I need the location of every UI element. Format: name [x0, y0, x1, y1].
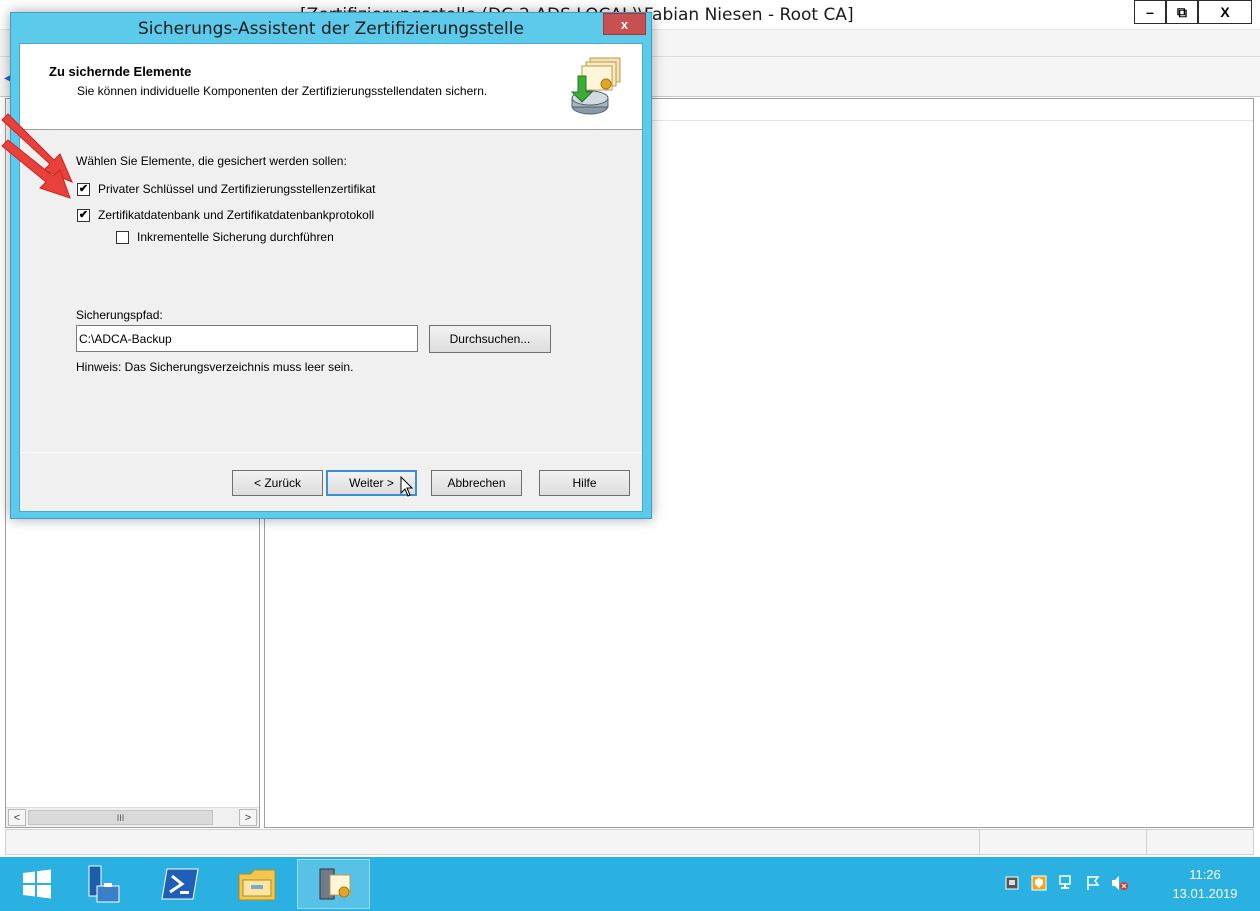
close-button[interactable]: X: [1198, 0, 1252, 24]
mouse-cursor-icon: [400, 476, 414, 497]
database-option[interactable]: ✔ Zertifikatdatenbank und Zertifikatdate…: [77, 208, 374, 222]
folder-icon: [238, 869, 275, 901]
cancel-button[interactable]: Abbrechen: [431, 470, 522, 496]
server-manager-icon: [88, 865, 119, 903]
annotation-arrows: [1, 113, 73, 199]
wizard-heading: Zu sichernde Elemente: [49, 64, 192, 79]
taskbar-server-manager[interactable]: [66, 859, 139, 909]
certificate-backup-icon: [570, 57, 621, 115]
windows-logo-icon: [22, 869, 51, 899]
incremental-label: Inkrementelle Sicherung durchführen: [137, 230, 334, 244]
backup-path-input[interactable]: [76, 325, 418, 352]
database-label: Zertifikatdatenbank und Zertifikatdatenb…: [98, 208, 375, 222]
back-button[interactable]: < Zurück: [232, 470, 323, 496]
speaker-muted-icon[interactable]: [1111, 874, 1129, 892]
incremental-option[interactable]: Inkrementelle Sicherung durchführen: [116, 230, 334, 244]
scroll-right-button[interactable]: >: [239, 809, 257, 826]
start-button[interactable]: [0, 859, 73, 909]
security-shield-icon[interactable]: [1030, 874, 1048, 892]
restore-button[interactable]: ⧉: [1166, 0, 1198, 24]
network-icon[interactable]: [1057, 874, 1075, 892]
dialog-body: Zu sichernde Elemente Sie können individ…: [19, 43, 643, 512]
wizard-header: Zu sichernde Elemente Sie können individ…: [20, 44, 642, 130]
scroll-left-button[interactable]: <: [8, 809, 26, 826]
storage-icon[interactable]: [1003, 874, 1021, 892]
dialog-close-button[interactable]: x: [603, 13, 646, 35]
powershell-icon: [160, 868, 199, 900]
flag-icon[interactable]: [1084, 874, 1102, 892]
clock-time: 11:26: [1189, 867, 1221, 882]
dialog-title: Sicherungs-Assistent der Zertifizierungs…: [138, 19, 524, 39]
minimize-button[interactable]: –: [1134, 0, 1166, 24]
status-divider: [979, 830, 980, 854]
private-key-label: Privater Schlüssel und Zertifizierungsst…: [98, 182, 376, 196]
system-tray: [1003, 872, 1129, 894]
certificate-server-icon: [319, 868, 350, 900]
status-bar: [5, 829, 1254, 855]
backup-path-label: Sicherungspfad:: [76, 308, 163, 322]
clock-date: 13.01.2019: [1172, 886, 1238, 901]
footer-divider: [20, 452, 642, 453]
backup-wizard-dialog: Sicherungs-Assistent der Zertifizierungs…: [10, 12, 652, 519]
incremental-checkbox[interactable]: [116, 230, 129, 244]
scrollbar-thumb[interactable]: III: [28, 810, 213, 825]
help-button[interactable]: Hilfe: [539, 470, 630, 496]
select-items-label: Wählen Sie Elemente, die gesichert werde…: [76, 154, 347, 168]
taskbar: 11:26 13.01.2019: [0, 857, 1260, 911]
horizontal-scrollbar[interactable]: < III >: [6, 807, 259, 827]
wizard-subheading: Sie können individuelle Komponenten der …: [77, 84, 488, 98]
taskbar-clock[interactable]: 11:26 13.01.2019: [1160, 865, 1250, 903]
browse-button[interactable]: Durchsuchen...: [429, 325, 551, 353]
private-key-option[interactable]: ✔ Privater Schlüssel und Zertifizierungs…: [77, 182, 375, 196]
hint-text: Hinweis: Das Sicherungsverzeichnis muss …: [76, 360, 354, 374]
taskbar-certification-authority[interactable]: [297, 859, 370, 909]
status-divider: [1146, 830, 1147, 854]
taskbar-file-explorer[interactable]: [220, 859, 293, 909]
taskbar-powershell[interactable]: [143, 859, 216, 909]
